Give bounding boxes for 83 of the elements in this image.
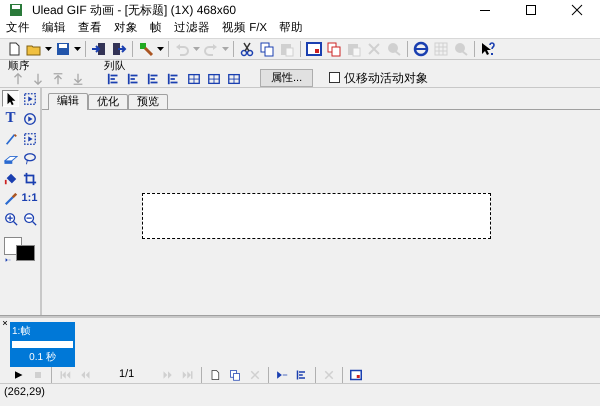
caret-icon: [193, 47, 200, 51]
tab[interactable]: 预览: [128, 94, 168, 109]
first-frame-icon: [59, 368, 71, 380]
import-icon: [91, 41, 107, 57]
play-circle-icon: [22, 112, 36, 126]
cut-icon: [239, 41, 255, 57]
marquee-icon: [22, 92, 36, 106]
lasso-button[interactable]: [21, 150, 38, 167]
zoom-in-button[interactable]: [2, 210, 19, 227]
redo-icon: [203, 41, 219, 57]
frame-label: 1:帧: [12, 324, 32, 339]
frame-preview: [12, 341, 73, 348]
tab[interactable]: 编辑: [48, 93, 88, 110]
menu-item[interactable]: 查看: [72, 20, 108, 38]
group-label: 列队: [104, 60, 127, 72]
caret-icon: [45, 47, 52, 51]
lasso-icon: [22, 152, 36, 166]
text-tool-button[interactable]: T: [2, 110, 19, 127]
zoom-out-icon: [22, 212, 36, 226]
frame-delay: 0.1 秒: [28, 350, 57, 365]
eyedropper-button[interactable]: [2, 190, 19, 207]
zoom-in-icon: [4, 212, 18, 226]
frame-counter: 1/1: [119, 367, 134, 382]
menu-item[interactable]: 对象: [108, 20, 144, 38]
export-icon: [111, 41, 127, 57]
zoom-out-button[interactable]: [21, 210, 38, 227]
frame-properties-icon: [350, 368, 362, 380]
caret-icon: [74, 47, 81, 51]
delete-icon: [366, 41, 382, 57]
paste-icon: [279, 41, 295, 57]
eyedropper-icon: [4, 192, 18, 206]
copy-icon: [259, 41, 275, 57]
center-horizontal-icon: [187, 72, 201, 86]
frame-window-button[interactable]: [304, 39, 324, 59]
center-vertical-icon: [207, 72, 221, 86]
last-frame-icon: [182, 368, 194, 380]
play-circle-button[interactable]: [21, 110, 38, 127]
brush-icon: [4, 132, 18, 146]
context-help-icon: [480, 41, 496, 57]
center-both-icon: [227, 72, 241, 86]
save-icon: [55, 41, 71, 57]
menu-item[interactable]: 帮助: [273, 20, 310, 38]
maximize-icon: [523, 2, 539, 18]
undo-icon: [174, 41, 190, 57]
menu-item[interactable]: 编辑: [36, 20, 72, 38]
group-label: 顺序: [8, 60, 31, 72]
window-title: Ulead GIF 动画 - [无标题] (1X) 468x60: [32, 2, 238, 19]
globe-button[interactable]: [411, 39, 431, 59]
menu-item[interactable]: 文件: [0, 20, 36, 38]
menu-item[interactable]: 过滤器: [168, 20, 216, 38]
arrow-bottom-icon: [71, 72, 85, 86]
arrow-up-icon: [11, 72, 25, 86]
menu-item[interactable]: 视频 F/X: [216, 20, 274, 38]
duplicate-icon: [326, 41, 342, 57]
properties-button[interactable]: 属性...: [260, 68, 314, 86]
caret-icon: [157, 47, 164, 51]
grid-icon: [433, 41, 449, 57]
frame-thumbnail[interactable]: 1:帧 0.1 秒: [10, 322, 75, 367]
duplicate-frame-icon: [229, 368, 242, 380]
paint-bucket-icon: [4, 172, 18, 186]
checkbox-label: 仅移动活动对象: [344, 70, 428, 86]
checkbox[interactable]: [329, 72, 340, 83]
next-frame-icon: [162, 368, 174, 380]
globe-icon: [413, 41, 429, 57]
add-frame-icon: [209, 368, 222, 380]
paint-editor-icon: [138, 41, 154, 57]
delete-frame-icon: [249, 368, 262, 380]
close-icon: [569, 2, 585, 18]
pointer-button[interactable]: [2, 90, 19, 107]
frame-window-icon: [306, 41, 322, 57]
crop-button[interactable]: [21, 170, 38, 187]
arrow-top-icon: [51, 72, 65, 86]
close-icon: [2, 320, 8, 326]
arrow-down-icon: [31, 72, 45, 86]
tab[interactable]: 优化: [88, 94, 128, 109]
tween-icon: [276, 368, 288, 380]
menu-item[interactable]: 帧: [144, 20, 168, 38]
marquee-button[interactable]: [21, 90, 38, 107]
status-text: (262,29): [3, 384, 45, 400]
crop-icon: [22, 172, 36, 186]
caret-icon: [222, 47, 229, 51]
actual-size-button[interactable]: 1:1: [21, 190, 38, 207]
previous-frame-icon: [79, 368, 91, 380]
